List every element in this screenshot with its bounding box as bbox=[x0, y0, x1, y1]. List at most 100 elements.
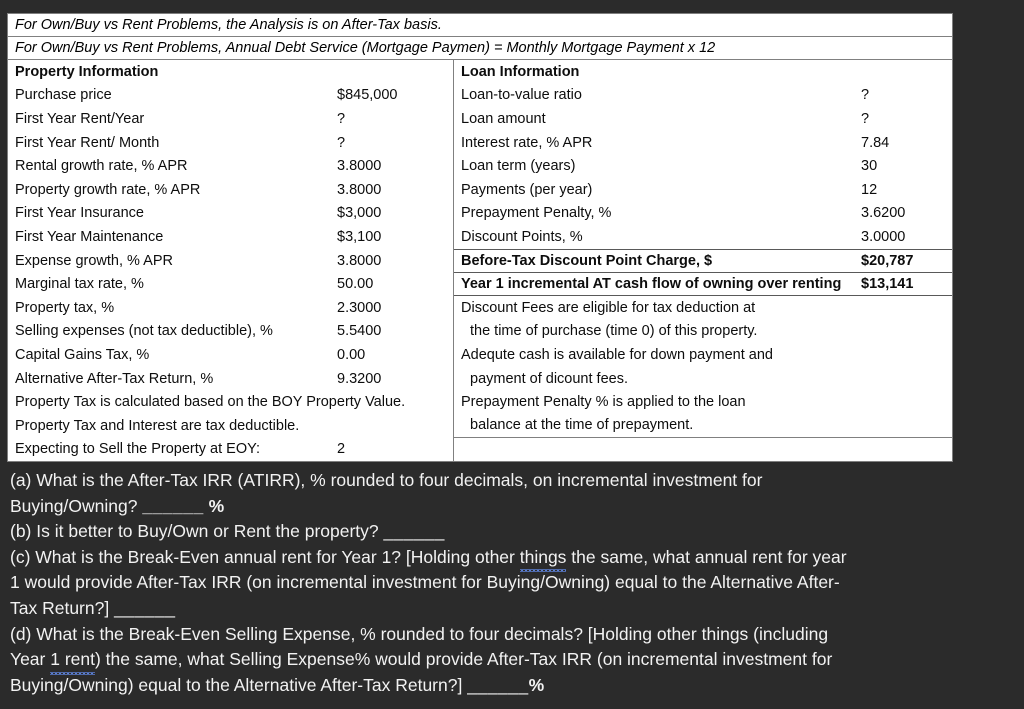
property-information-column: Property Information Purchase price $845… bbox=[8, 60, 454, 462]
row-label: First Year Rent/Year bbox=[15, 110, 145, 127]
row-value: $13,141 bbox=[861, 276, 914, 293]
answer-blank-a[interactable]: ______ bbox=[142, 496, 203, 516]
question-c-line3: Tax Return?] ______ bbox=[10, 596, 1014, 622]
row-value: 12 bbox=[861, 181, 878, 198]
row-label: First Year Rent/ Month bbox=[15, 134, 160, 151]
row-value: 3.8000 bbox=[337, 181, 382, 198]
table-row: Rental growth rate, % APR 3.8000 bbox=[8, 154, 453, 178]
loan-assumption: the time of purchase (time 0) of this pr… bbox=[454, 320, 952, 344]
row-value: $20,787 bbox=[861, 253, 914, 270]
question-c-text-b: the same, what annual rent for year bbox=[566, 546, 847, 567]
table-row: First Year Rent/ Month ? bbox=[8, 131, 453, 155]
question-d-line3: Buying/Owning) equal to the Alternative … bbox=[10, 673, 1014, 699]
table-row: First Year Insurance $3,000 bbox=[8, 202, 453, 226]
loan-assumption: Prepayment Penalty % is applied to the l… bbox=[454, 390, 952, 414]
row-label: Prepayment Penalty, % bbox=[461, 205, 612, 222]
table-row: Loan-to-value ratio ? bbox=[454, 84, 952, 108]
row-label: Expecting to Sell the Property at EOY: bbox=[15, 441, 261, 458]
loan-assumption-text: Adequte cash is available for down payme… bbox=[461, 346, 773, 363]
question-d-unit: % bbox=[528, 674, 545, 695]
row-value: $845,000 bbox=[337, 87, 398, 104]
loan-assumption-text: balance at the time of prepayment. bbox=[470, 417, 694, 434]
question-b-line1: (b) Is it better to Buy/Own or Rent the … bbox=[10, 519, 1014, 545]
table-row: Property growth rate, % APR 3.8000 bbox=[8, 178, 453, 202]
table-columns: Property Information Purchase price $845… bbox=[8, 60, 952, 462]
loan-information-heading: Loan Information bbox=[454, 60, 952, 84]
property-heading-label: Property Information bbox=[15, 63, 159, 80]
table-row: Purchase price $845,000 bbox=[8, 84, 453, 108]
row-label: Loan-to-value ratio bbox=[461, 87, 582, 104]
loan-assumption: Discount Fees are eligible for tax deduc… bbox=[454, 296, 952, 320]
row-value: 5.5400 bbox=[337, 323, 382, 340]
question-d-line2: Year 1 rent) the same, what Selling Expe… bbox=[10, 647, 1014, 675]
table-row: Discount Points, % 3.0000 bbox=[454, 225, 952, 249]
row-value: 2 bbox=[337, 441, 346, 458]
row-label: Capital Gains Tax, % bbox=[15, 346, 150, 363]
expecting-to-sell-row: Expecting to Sell the Property at EOY: 2 bbox=[8, 438, 453, 462]
spellcheck-word-year1rent: 1 rent bbox=[50, 647, 95, 675]
table-row: Prepayment Penalty, % 3.6200 bbox=[454, 202, 952, 226]
table-row: Loan amount ? bbox=[454, 107, 952, 131]
property-note-text: Property Tax and Interest are tax deduct… bbox=[15, 417, 300, 434]
row-label: Loan term (years) bbox=[461, 158, 576, 175]
row-label: Payments (per year) bbox=[461, 181, 593, 198]
table-row: Marginal tax rate, % 50.00 bbox=[8, 272, 453, 296]
row-label: Purchase price bbox=[15, 87, 112, 104]
question-a-line1: (a) What is the After-Tax IRR (ATIRR), %… bbox=[10, 470, 763, 490]
row-label: Year 1 incremental AT cash flow of ownin… bbox=[461, 276, 842, 293]
answer-blank-c[interactable]: ______ bbox=[114, 598, 175, 618]
row-label: Marginal tax rate, % bbox=[15, 276, 144, 293]
property-note-text: Property Tax is calculated based on the … bbox=[15, 394, 406, 411]
row-value: $3,000 bbox=[337, 205, 382, 222]
banner-row-2: For Own/Buy vs Rent Problems, Annual Deb… bbox=[8, 37, 952, 60]
loan-assumption: Adequte cash is available for down payme… bbox=[454, 343, 952, 367]
row-label: Expense growth, % APR bbox=[15, 252, 173, 269]
year1-incremental-cash-flow-row: Year 1 incremental AT cash flow of ownin… bbox=[454, 272, 952, 296]
row-value: 3.8000 bbox=[337, 158, 382, 175]
question-a-prompt: Buying/Owning? bbox=[10, 495, 143, 516]
row-value: 7.84 bbox=[861, 134, 890, 151]
answer-blank-b[interactable]: ______ bbox=[384, 521, 445, 541]
loan-information-column: Loan Information Loan-to-value ratio ? L… bbox=[454, 60, 952, 461]
loan-heading-label: Loan Information bbox=[461, 63, 580, 80]
table-row: First Year Maintenance $3,100 bbox=[8, 225, 453, 249]
question-c-text-c: Tax Return?] bbox=[10, 597, 115, 618]
row-value: 2.3000 bbox=[337, 299, 382, 316]
row-value: 3.0000 bbox=[861, 228, 906, 245]
row-value: 50.00 bbox=[337, 276, 374, 293]
row-label: Property tax, % bbox=[15, 299, 115, 316]
loan-assumption-text: Discount Fees are eligible for tax deduc… bbox=[461, 299, 756, 316]
property-note: Property Tax and Interest are tax deduct… bbox=[8, 414, 453, 438]
question-d-text-a: Year bbox=[10, 649, 51, 670]
table-row: First Year Rent/Year ? bbox=[8, 107, 453, 131]
table-row: Capital Gains Tax, % 0.00 bbox=[8, 343, 453, 367]
question-d-text-c: Buying/Owning) equal to the Alternative … bbox=[10, 674, 468, 695]
spreadsheet-table: For Own/Buy vs Rent Problems, the Analys… bbox=[7, 13, 953, 463]
row-value: ? bbox=[861, 110, 870, 127]
row-label: Before-Tax Discount Point Charge, $ bbox=[461, 253, 713, 270]
before-tax-discount-point-charge-row: Before-Tax Discount Point Charge, $ $20,… bbox=[454, 248, 952, 273]
row-value: 30 bbox=[861, 158, 878, 175]
row-value: 0.00 bbox=[337, 346, 366, 363]
answer-blank-d[interactable]: ______ bbox=[467, 675, 528, 695]
banner-row-1: For Own/Buy vs Rent Problems, the Analys… bbox=[8, 14, 952, 37]
question-b-prompt: (b) Is it better to Buy/Own or Rent the … bbox=[10, 521, 384, 542]
empty-row bbox=[454, 438, 952, 462]
question-a-line2: Buying/Owning? ______ % bbox=[10, 494, 1014, 520]
loan-assumption: balance at the time of prepayment. bbox=[454, 414, 952, 438]
row-value: $3,100 bbox=[337, 228, 382, 245]
row-label: Property growth rate, % APR bbox=[15, 181, 201, 198]
row-label: First Year Insurance bbox=[15, 205, 144, 222]
table-row: Selling expenses (not tax deductible), %… bbox=[8, 320, 453, 344]
row-label: Alternative After-Tax Return, % bbox=[15, 370, 214, 387]
row-value: ? bbox=[337, 134, 346, 151]
property-note: Property Tax is calculated based on the … bbox=[8, 390, 453, 414]
loan-assumption-text: payment of dicount fees. bbox=[470, 370, 628, 387]
row-value: 9.3200 bbox=[337, 370, 382, 387]
table-row: Interest rate, % APR 7.84 bbox=[454, 131, 952, 155]
table-row: Loan term (years) 30 bbox=[454, 154, 952, 178]
question-c-text-a: (c) What is the Break-Even annual rent f… bbox=[10, 546, 520, 567]
row-value: ? bbox=[861, 87, 870, 104]
loan-assumption: payment of dicount fees. bbox=[454, 367, 952, 391]
question-c-line1: (c) What is the Break-Even annual rent f… bbox=[10, 545, 1014, 572]
